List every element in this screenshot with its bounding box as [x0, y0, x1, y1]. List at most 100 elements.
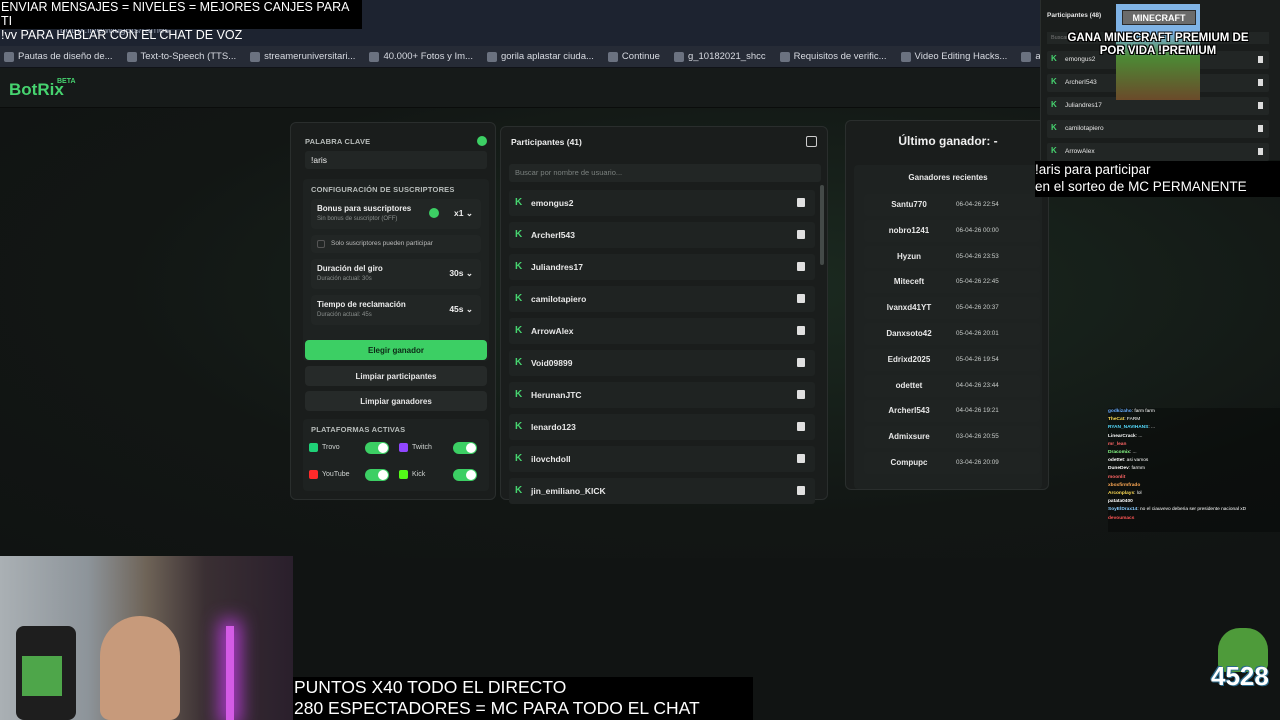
participant-name: emongus2: [531, 198, 574, 208]
bookmark-item[interactable]: 40.000+ Fotos y Im...: [369, 51, 473, 62]
last-winner-title: Último ganador: -: [898, 134, 998, 148]
winner-row: odettet 04-04-26 23:44: [864, 374, 1040, 397]
banner-line-2: 280 ESPECTADORES = MC PARA TODO EL CHAT: [294, 698, 700, 718]
participants-scrollbar[interactable]: [820, 185, 824, 265]
platforms-section: PLATAFORMAS ACTIVAS Trovo Twitch YouTube…: [303, 419, 489, 491]
bookmark-icon: [126, 51, 137, 62]
beta-badge: BETA: [57, 78, 76, 85]
claim-value: 45s: [449, 304, 464, 314]
copy-icon[interactable]: [806, 136, 817, 147]
kick-icon: K: [1051, 123, 1057, 132]
bonus-select[interactable]: x1 ⌄: [454, 208, 473, 219]
bookmark-item[interactable]: streameruniversitari...: [250, 51, 355, 62]
winner-row: Miteceft 05-04-26 22:45: [864, 271, 1040, 294]
winner-date: 05-04-26 20:01: [956, 330, 999, 337]
chat-username: LinearCrack: [1108, 433, 1136, 439]
trash-icon[interactable]: [797, 294, 805, 303]
subscriber-config-label: CONFIGURACIÓN DE SUSCRIPTORES: [311, 185, 455, 194]
winner-name: nobro1241: [888, 225, 930, 235]
chat-message: mr_lean: [1108, 441, 1280, 449]
participants-title: Participantes (41): [511, 137, 582, 147]
bookmark-icon: [673, 51, 684, 62]
participate-line-1: !aris para participar: [1035, 162, 1151, 177]
chat-message: devoumacs: [1108, 515, 1280, 523]
trash-icon[interactable]: [797, 390, 805, 399]
trash-icon[interactable]: [797, 486, 805, 495]
botrix-logo[interactable]: BotRix: [9, 80, 64, 100]
trash-icon[interactable]: [797, 422, 805, 431]
clear-participants-button[interactable]: Limpiar participantes: [305, 366, 487, 386]
claim-subtitle: Duración actual: 45s: [317, 312, 372, 318]
spin-title: Duración del giro: [317, 264, 383, 273]
chat-message: Arconplays: lol: [1108, 490, 1280, 498]
subs-only-row[interactable]: Solo suscriptores pueden participar: [311, 235, 481, 253]
participant-name: Juliandres17: [1065, 102, 1102, 109]
youtube-toggle[interactable]: [365, 469, 389, 481]
platform-youtube: YouTube: [309, 470, 350, 479]
trash-icon[interactable]: [1258, 56, 1263, 63]
subs-only-checkbox[interactable]: [317, 240, 325, 248]
winner-name: Admixsure: [888, 432, 930, 442]
chat-message: LinearCrack: ...: [1108, 433, 1280, 441]
platform-label: Twitch: [412, 444, 432, 451]
participant-name: ArcherI543: [531, 230, 575, 240]
bookmark-item[interactable]: Text-to-Speech (TTS...: [126, 51, 236, 62]
chat-message: patata0400: [1108, 498, 1280, 506]
trash-icon[interactable]: [797, 454, 805, 463]
bonus-value: x1: [454, 208, 464, 218]
info-icon[interactable]: [477, 136, 487, 146]
chat-username: godkizaho: [1108, 409, 1132, 414]
bonus-info-icon[interactable]: [429, 208, 439, 218]
platform-trovo: Trovo: [309, 443, 340, 452]
bookmark-item[interactable]: Video Editing Hacks...: [900, 51, 1007, 62]
trash-icon[interactable]: [1258, 125, 1263, 132]
stream-overlay-top: ENVIAR MENSAJES = NIVELES = MEJORES CANJ…: [0, 0, 362, 42]
bookmark-item[interactable]: g_10182021_shcc: [673, 51, 766, 62]
winner-date: 05-04-26 20:37: [956, 304, 999, 312]
winner-date: 06-04-26 00:00: [956, 226, 999, 234]
trash-icon[interactable]: [1258, 148, 1263, 155]
bookmark-icon: [779, 51, 790, 62]
rgb-lamp: [226, 626, 234, 720]
participant-search-input[interactable]: Buscar por nombre de usuario...: [509, 164, 821, 182]
twitch-toggle[interactable]: [453, 442, 477, 454]
spin-subtitle: Duración actual: 30s: [317, 276, 372, 282]
chat-username: moonlit: [1108, 474, 1126, 480]
trash-icon[interactable]: [1258, 79, 1263, 86]
trash-icon[interactable]: [797, 262, 805, 271]
keyword-input[interactable]: !aris: [305, 151, 487, 169]
trash-icon[interactable]: [797, 326, 805, 335]
winner-row: Danxsoto42 05-04-26 20:01: [864, 323, 1040, 345]
winner-name: Danxsoto42: [886, 329, 932, 338]
kick-toggle[interactable]: [453, 469, 477, 481]
participant-name: camilotapiero: [1065, 125, 1104, 132]
recent-winners-section: Ganadores recientes Santu770 06-04-26 22:…: [854, 165, 1042, 489]
chat-username: xboxfirmfrado: [1108, 482, 1141, 488]
platform-label: Trovo: [322, 444, 340, 451]
clear-winners-button[interactable]: Limpiar ganadores: [305, 391, 487, 411]
participant-name: ilovchdoll: [531, 454, 571, 464]
chat-text: : no el ciauvevo deberia ser presidente …: [1137, 507, 1247, 513]
trash-icon[interactable]: [797, 358, 805, 367]
bookmark-item[interactable]: Pautas de diseño de...: [4, 51, 113, 62]
bookmark-label: Requisitos de verific...: [793, 51, 887, 62]
spin-select[interactable]: 30s ⌄: [449, 268, 473, 279]
chat-username: RYAN_NAVIHANS: [1108, 425, 1149, 431]
kick-icon: K: [515, 293, 523, 304]
bookmark-item[interactable]: Continue: [607, 51, 660, 62]
overlay-line-1: ENVIAR MENSAJES = NIVELES = MEJORES CANJ…: [1, 0, 349, 28]
bookmark-item[interactable]: gorila aplastar ciuda...: [486, 51, 594, 62]
trash-icon[interactable]: [797, 230, 805, 239]
pick-winner-button[interactable]: Elegir ganador: [305, 340, 487, 360]
bookmark-item[interactable]: Requisitos de verific...: [779, 51, 887, 62]
claim-select[interactable]: 45s ⌄: [449, 304, 473, 315]
bookmark-label: 40.000+ Fotos y Im...: [383, 51, 473, 62]
winner-row: Compupc 03-04-26 20:09: [864, 452, 1040, 474]
trash-icon[interactable]: [797, 198, 805, 207]
participant-name: Juliandres17: [531, 262, 583, 272]
trash-icon[interactable]: [1258, 102, 1263, 109]
creeper-plush: [22, 656, 62, 696]
overlay-participants-title: Participantes (48): [1047, 12, 1102, 19]
winner-date: 03-04-26 20:55: [956, 433, 999, 441]
trovo-toggle[interactable]: [365, 442, 389, 454]
